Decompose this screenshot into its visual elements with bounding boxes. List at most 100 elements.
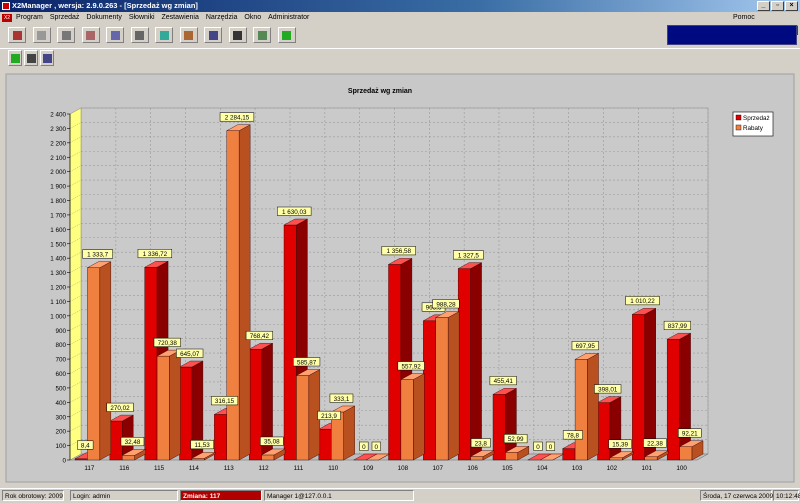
toolbar-button-10[interactable] xyxy=(253,27,271,43)
svg-text:11,53: 11,53 xyxy=(194,442,210,449)
y-tick-label: 2 100 xyxy=(50,155,66,162)
save-icon xyxy=(26,53,36,63)
toolbar2-button-0[interactable] xyxy=(8,50,22,66)
menu-item-5[interactable]: Narzędzia xyxy=(206,12,238,24)
money-icon xyxy=(10,53,20,63)
x-tick-label: 105 xyxy=(502,465,513,472)
toolbar-button-11[interactable] xyxy=(277,27,296,43)
menu-item-pomoc[interactable]: Pomoc xyxy=(733,12,755,24)
legend-entry: Sprzedaż xyxy=(743,115,770,122)
y-tick-label: 2 200 xyxy=(50,140,66,147)
toolbar2-button-2[interactable] xyxy=(40,50,54,66)
svg-text:557,92: 557,92 xyxy=(401,363,421,370)
data-label: 2 284,15 xyxy=(219,112,255,122)
svg-text:213,9: 213,9 xyxy=(321,413,337,420)
svg-text:1 630,03: 1 630,03 xyxy=(282,209,307,216)
exit-icon xyxy=(12,30,22,40)
document-window-icon[interactable]: X2 xyxy=(2,14,12,22)
x-tick-label: 106 xyxy=(467,465,478,472)
menubar: X2 Program Sprzedaż Dokumenty Słowniki Zesta… xyxy=(0,12,800,35)
toolbar-button-4[interactable] xyxy=(106,27,124,43)
svg-text:1 010,22: 1 010,22 xyxy=(630,298,655,305)
data-label: 213,9 xyxy=(317,410,341,420)
money-icon xyxy=(282,30,291,40)
x-tick-label: 112 xyxy=(259,465,270,472)
svg-text:837,99: 837,99 xyxy=(668,323,688,330)
svg-text:78,8: 78,8 xyxy=(567,432,580,439)
menu-item-2[interactable]: Dokumenty xyxy=(86,12,121,24)
data-label: 52,99 xyxy=(503,434,528,443)
search-icon xyxy=(37,30,46,40)
y-tick-label: 1 800 xyxy=(50,198,66,205)
status-login: Login: admin xyxy=(70,490,178,501)
toolbar-button-3[interactable] xyxy=(81,27,100,43)
windows-icon xyxy=(42,53,52,63)
y-tick-label: 2 400 xyxy=(50,112,66,119)
y-tick-label: 2 300 xyxy=(50,126,66,133)
menu-item-7[interactable]: Administrator xyxy=(268,12,309,24)
toolbar-button-0[interactable] xyxy=(8,27,26,43)
y-tick-label: 1 700 xyxy=(50,212,66,219)
menu-item-0[interactable]: Program xyxy=(16,12,43,24)
close-button[interactable]: × xyxy=(785,1,798,11)
toolbar-button-6[interactable] xyxy=(155,27,173,43)
toolbar-button-5[interactable] xyxy=(130,27,149,43)
status-shift: Zmiana: 117 xyxy=(180,490,262,501)
data-label: 557,92 xyxy=(397,361,425,370)
menu-item-6[interactable]: Okno xyxy=(244,12,261,24)
data-label: 0 xyxy=(359,441,369,451)
bar-sprzedaz-106 xyxy=(457,262,482,461)
minimize-button[interactable]: _ xyxy=(757,1,770,11)
data-label: 0 xyxy=(545,441,556,451)
svg-text:1 356,58: 1 356,58 xyxy=(386,248,411,255)
printer-icon xyxy=(208,30,218,40)
svg-text:52,99: 52,99 xyxy=(508,436,524,443)
svg-text:8,4: 8,4 xyxy=(81,443,90,450)
y-tick-label: 1 300 xyxy=(50,270,66,277)
svg-text:1 333,7: 1 333,7 xyxy=(87,252,109,259)
x-tick-label: 117 xyxy=(84,465,95,472)
toolbar-button-2[interactable] xyxy=(57,27,75,43)
bar-rabaty-108 xyxy=(400,373,425,461)
x-tick-label: 115 xyxy=(154,465,165,472)
toolbar-button-7[interactable] xyxy=(179,27,198,43)
toolbar-button-9[interactable] xyxy=(228,27,247,43)
toolbar-button-8[interactable] xyxy=(204,27,222,43)
svg-text:720,38: 720,38 xyxy=(158,340,178,347)
w-icon xyxy=(233,30,242,40)
globe-icon xyxy=(159,30,169,40)
data-label: 398,01 xyxy=(594,384,622,393)
chart-title: Sprzedaż wg zmian xyxy=(348,88,412,95)
bar-rabaty-113 xyxy=(226,124,251,461)
svg-text:697,95: 697,95 xyxy=(576,343,596,350)
x-tick-label: 104 xyxy=(537,465,548,472)
svg-text:645,07: 645,07 xyxy=(180,351,200,358)
bar-sprzedaz-102 xyxy=(597,396,622,461)
statusbar: Rok obrotowy: 2009 Login: admin Zmiana: … xyxy=(0,488,800,503)
data-label: 1 336,72 xyxy=(137,249,173,258)
bar-sprzedaz-101 xyxy=(632,308,656,461)
svg-text:316,15: 316,15 xyxy=(215,398,235,405)
y-tick-label: 900 xyxy=(55,328,66,335)
toolbar2-button-1[interactable] xyxy=(24,50,38,66)
x-tick-label: 114 xyxy=(189,465,200,472)
menu-item-3[interactable]: Słowniki xyxy=(129,12,155,24)
document-icon xyxy=(110,30,120,40)
data-label: 8,4 xyxy=(77,440,94,450)
data-label: 270,02 xyxy=(106,402,134,412)
x-tick-label: 116 xyxy=(119,465,130,472)
y-tick-label: 1 900 xyxy=(50,184,66,191)
app-icon xyxy=(2,2,10,10)
svg-text:22,38: 22,38 xyxy=(647,441,663,448)
maximize-button[interactable]: ▫ xyxy=(771,1,784,11)
x-tick-label: 102 xyxy=(607,465,618,472)
toolbar-button-1[interactable] xyxy=(32,27,51,43)
report-icon xyxy=(184,30,193,40)
status-manager: Manager 1@127.0.0.1 xyxy=(264,490,414,501)
data-label: 0 xyxy=(371,441,381,451)
menu-item-1[interactable]: Sprzedaż xyxy=(50,12,80,24)
menu-item-4[interactable]: Zestawienia xyxy=(162,12,199,24)
status-date: Środa, 17 czerwca 2009 xyxy=(700,490,773,501)
svg-text:333,1: 333,1 xyxy=(334,396,350,403)
svg-text:585,87: 585,87 xyxy=(297,359,317,366)
